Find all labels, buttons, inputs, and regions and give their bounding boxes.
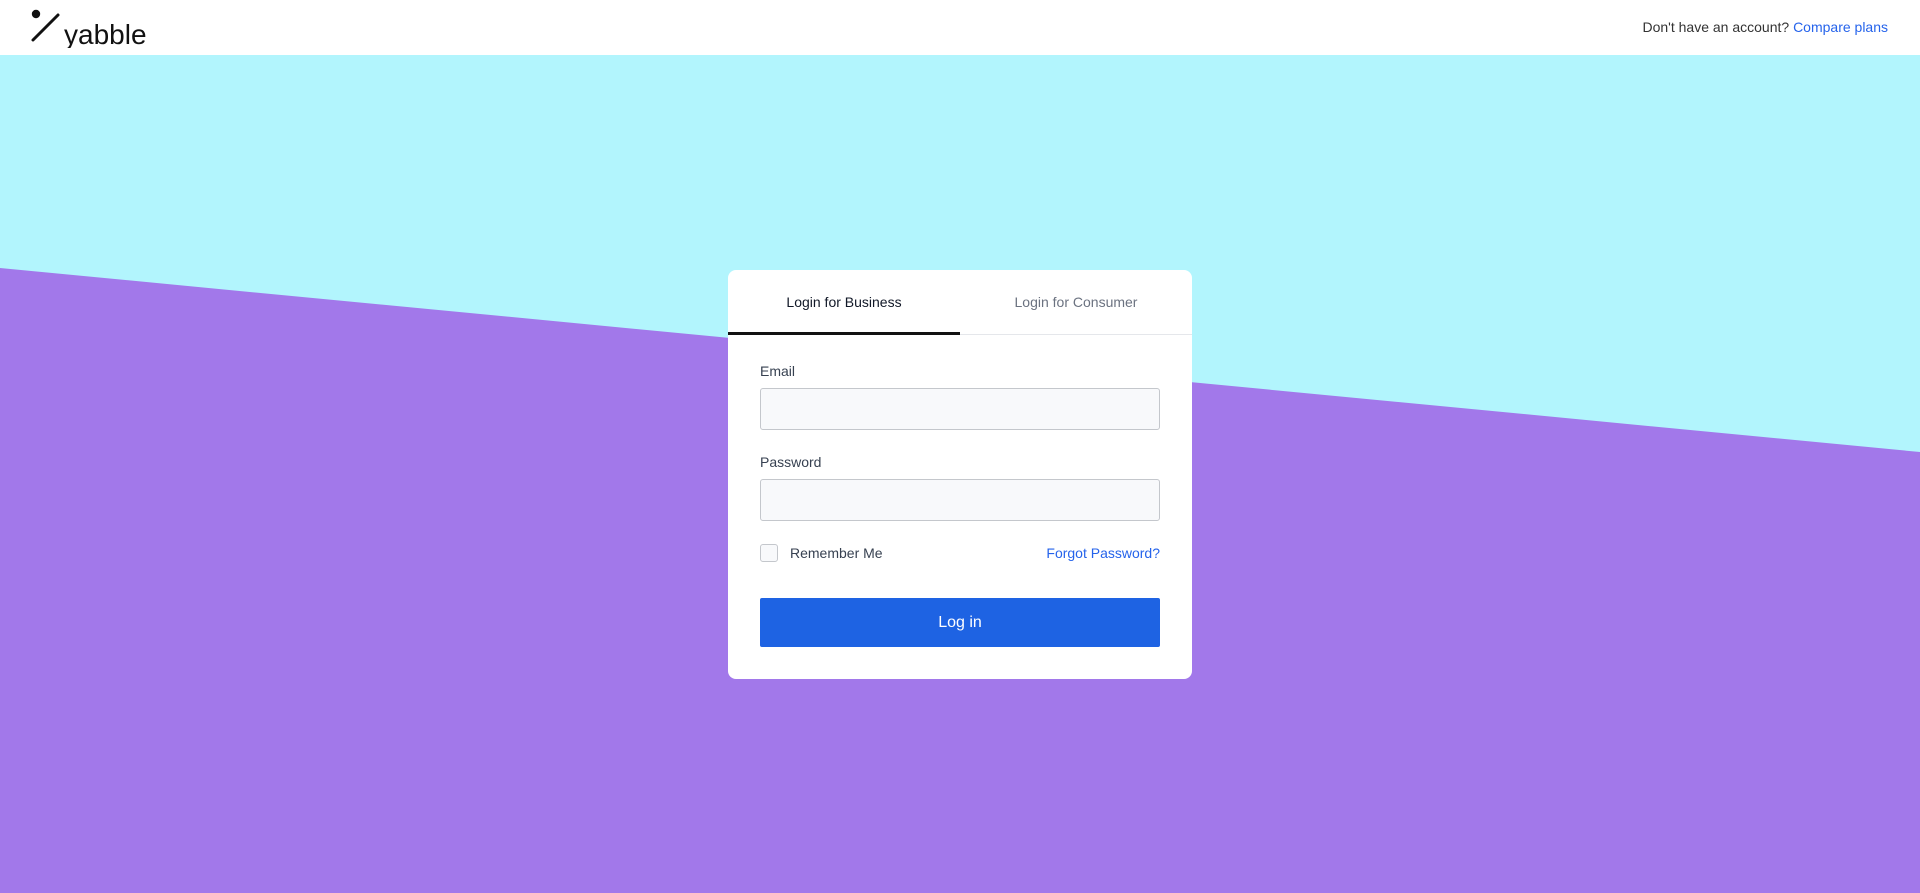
tab-login-for-business[interactable]: Login for Business [728, 270, 960, 335]
active-tab-indicator [728, 332, 960, 335]
account-prompt-text: Don't have an account? [1642, 19, 1790, 35]
page-scrollbar[interactable] [1913, 55, 1920, 893]
login-button[interactable]: Log in [760, 598, 1160, 647]
email-field[interactable] [760, 388, 1160, 430]
login-card: Login for Business Login for Consumer Em… [728, 270, 1192, 679]
email-label: Email [760, 363, 796, 379]
compare-plans-link[interactable]: Compare plans [1793, 19, 1888, 35]
remember-me-checkbox[interactable] [760, 544, 778, 562]
top-header: yabble Don't have an account? Compare pl… [0, 0, 1920, 55]
header-account-prompt: Don't have an account? Compare plans [1643, 19, 1889, 35]
password-label: Password [760, 454, 822, 470]
password-field[interactable] [760, 479, 1160, 521]
login-tabs: Login for Business Login for Consumer [728, 270, 1192, 335]
remember-me-label: Remember Me [790, 545, 883, 561]
tab-login-for-consumer[interactable]: Login for Consumer [960, 270, 1192, 335]
svg-text:yabble: yabble [64, 19, 147, 48]
forgot-password-link[interactable]: Forgot Password? [1046, 545, 1160, 561]
yabble-logo[interactable]: yabble [30, 8, 160, 48]
remember-me-control[interactable]: Remember Me [760, 543, 883, 563]
